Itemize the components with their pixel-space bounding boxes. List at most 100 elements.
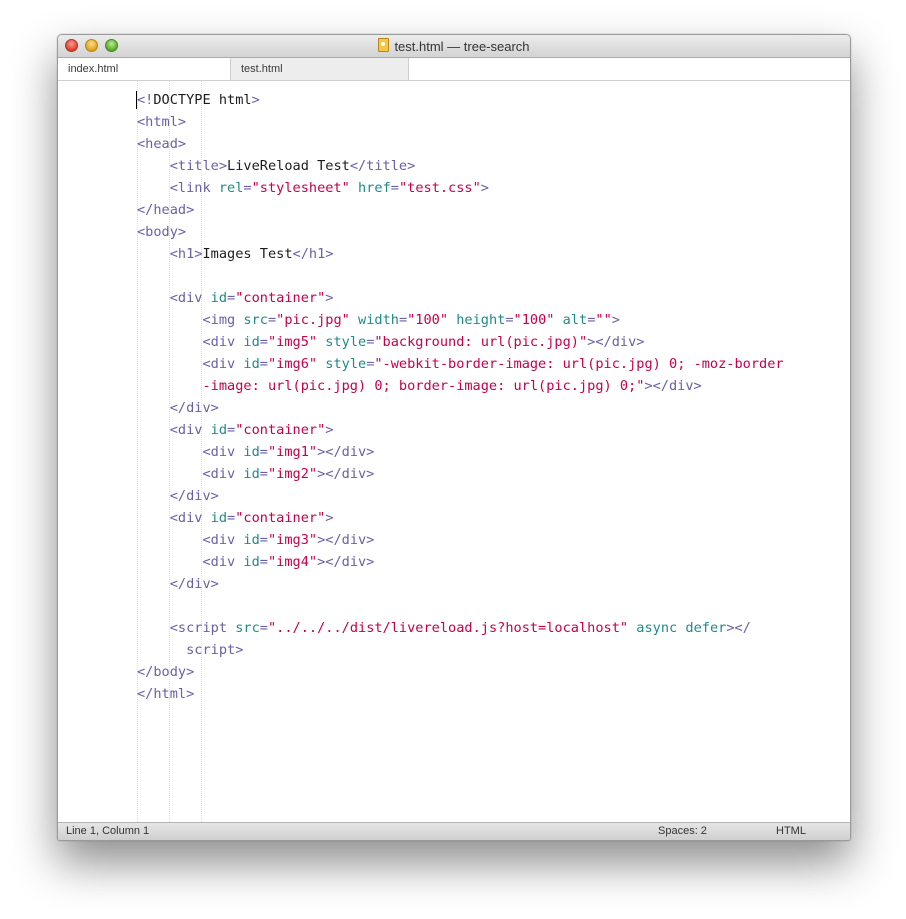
code-token: = xyxy=(259,444,268,460)
code-token: > xyxy=(480,180,489,196)
document-icon xyxy=(378,38,390,52)
code-token: > xyxy=(325,290,334,306)
code-token: <div xyxy=(202,466,244,482)
code-token: "img3" xyxy=(267,532,318,548)
code-token: > xyxy=(325,510,334,526)
code-token: async defer xyxy=(636,620,727,636)
syntax-mode[interactable]: HTML xyxy=(776,823,806,840)
code-token: id xyxy=(210,510,228,526)
code-token: = xyxy=(227,290,236,306)
code-token: ></div> xyxy=(644,378,702,394)
window-title: test.html — tree-search xyxy=(394,39,530,54)
code-token: <div xyxy=(169,510,211,526)
code-token: = xyxy=(227,422,236,438)
code-token: DOCTYPE html xyxy=(153,92,252,108)
code-token: "container" xyxy=(235,510,326,526)
code-line: <div id="container"> xyxy=(137,507,784,529)
code-token: <div xyxy=(202,444,244,460)
code-token: "" xyxy=(595,312,612,328)
code-token: = xyxy=(259,356,268,372)
code-token: = xyxy=(390,180,399,196)
code-token: = xyxy=(259,466,268,482)
code-token: <div xyxy=(202,532,244,548)
code-token: "background: url(pic.jpg)" xyxy=(374,334,588,350)
code-token: <div xyxy=(169,290,211,306)
code-line: <div id="img3"></div> xyxy=(137,529,784,551)
code-token: width xyxy=(358,312,399,328)
code-token: script> xyxy=(186,642,244,658)
code-token: = xyxy=(259,554,268,570)
code-token: = xyxy=(259,532,268,548)
code-line: <img src="pic.jpg" width="100" height="1… xyxy=(137,309,784,331)
code-line: </body> xyxy=(137,661,784,683)
code-token: = xyxy=(259,334,268,350)
title-bar[interactable]: test.html — tree-search xyxy=(58,35,850,58)
code-token: rel xyxy=(218,180,244,196)
code-token: "img4" xyxy=(267,554,318,570)
tab-test-html[interactable]: test.html xyxy=(231,58,409,80)
code-token: = xyxy=(227,510,236,526)
code-token: "-webkit-border-image: url(pic.jpg) 0; -… xyxy=(374,356,784,372)
code-token: "img5" xyxy=(267,334,318,350)
code-line: <div id="img1"></div> xyxy=(137,441,784,463)
code-token: </div> xyxy=(169,488,219,504)
code-token: </body> xyxy=(137,664,195,680)
code-line: <body> xyxy=(137,221,784,243)
code-token: id xyxy=(210,422,228,438)
indentation-setting[interactable]: Spaces: 2 xyxy=(658,823,707,840)
tab-index-html[interactable]: index.html xyxy=(58,58,231,80)
code-token: </div> xyxy=(169,576,219,592)
code-line: -image: url(pic.jpg) 0; border-image: ur… xyxy=(137,375,784,397)
code-token: id xyxy=(243,466,260,482)
code-token: src xyxy=(243,312,268,328)
code-token: <div xyxy=(202,554,244,570)
code-line: <div id="container"> xyxy=(137,419,784,441)
code-token: <title> xyxy=(169,158,228,174)
code-line: </div> xyxy=(137,485,784,507)
code-content[interactable]: <!DOCTYPE html> <html> <head> <title>LiveR… xyxy=(137,89,784,705)
code-line: </div> xyxy=(137,397,784,419)
code-token: "../../../dist/livereload.js?host=localh… xyxy=(267,620,629,636)
code-token: <script xyxy=(169,620,236,636)
window-title-container: test.html — tree-search xyxy=(58,38,850,54)
code-token: ></div> xyxy=(317,444,375,460)
code-token: src xyxy=(235,620,260,636)
code-editor[interactable]: <!DOCTYPE html> <html> <head> <title>LiveR… xyxy=(58,81,850,822)
code-token: </title> xyxy=(349,158,416,174)
code-token: id xyxy=(243,554,260,570)
code-token: <body> xyxy=(137,224,187,240)
code-token: id xyxy=(243,356,260,372)
code-token: Images Test xyxy=(202,246,293,262)
code-token: <div xyxy=(169,422,211,438)
code-token: = xyxy=(259,620,268,636)
code-line: <link rel="stylesheet" href="test.css"> xyxy=(137,177,784,199)
code-token: <img xyxy=(202,312,244,328)
code-token: </html> xyxy=(137,686,195,702)
code-line: script> xyxy=(137,639,784,661)
code-token: ></div> xyxy=(587,334,645,350)
code-line: <title>LiveReload Test</title> xyxy=(137,155,784,177)
code-token: <h1> xyxy=(169,246,203,262)
code-line: <div id="img4"></div> xyxy=(137,551,784,573)
code-token: alt xyxy=(562,312,588,328)
code-line: <script src="../../../dist/livereload.js… xyxy=(137,617,784,639)
